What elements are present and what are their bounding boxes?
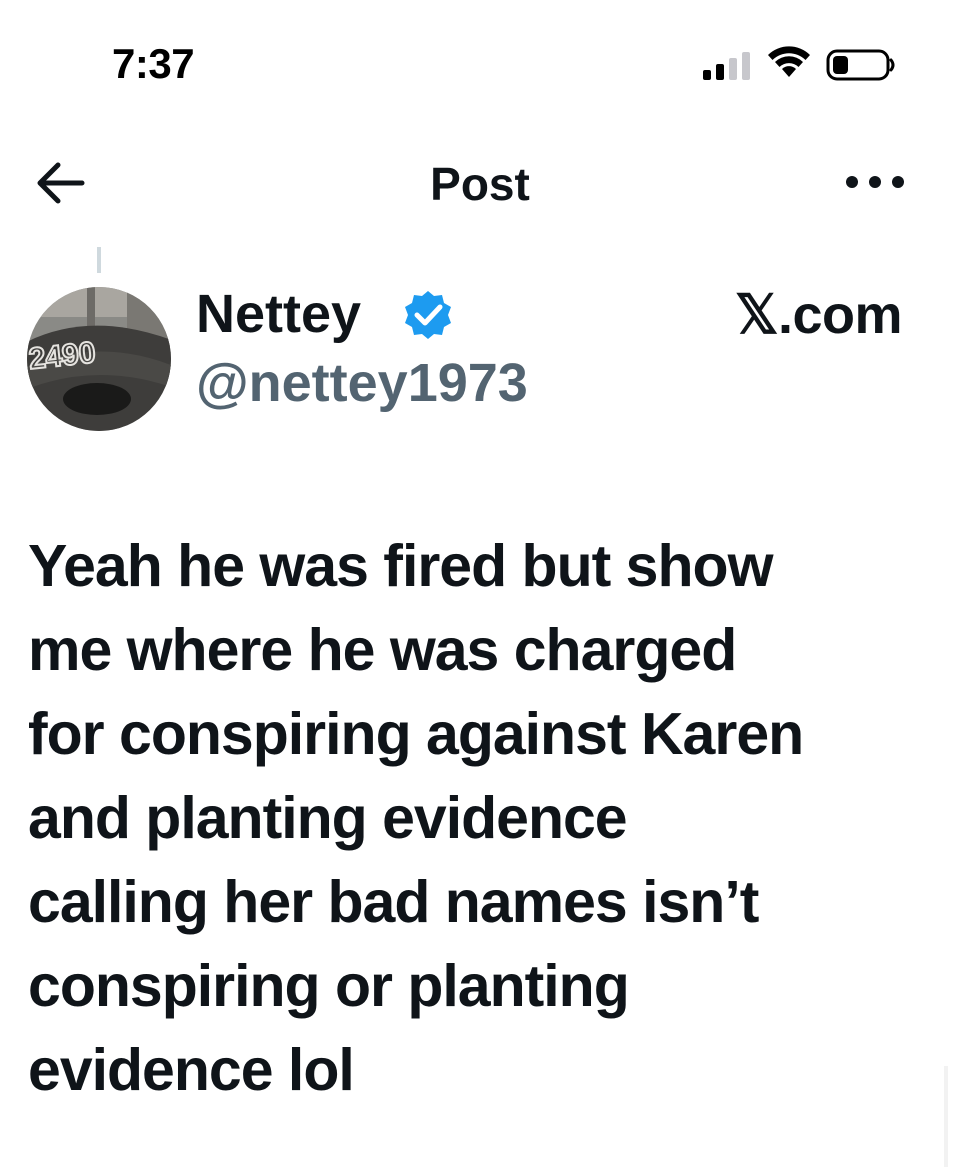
- post-text-line: evidence lol: [28, 1037, 355, 1103]
- author-name[interactable]: Nettey: [196, 283, 361, 345]
- cellular-signal-icon: [703, 52, 750, 80]
- scrollbar[interactable]: [944, 1066, 948, 1167]
- verified-badge-icon: [405, 291, 451, 339]
- author-handle[interactable]: @nettey1973: [196, 352, 528, 414]
- post-text-line: Yeah he was fired but show: [28, 533, 773, 599]
- avatar[interactable]: 2490: [27, 287, 171, 431]
- battery-icon: [826, 49, 895, 81]
- wifi-icon: [768, 46, 810, 77]
- post-text-line: and planting evidence: [28, 785, 628, 851]
- post-text-line: for conspiring against Karen: [28, 701, 804, 767]
- avatar-cap-text: 2490: [27, 336, 97, 376]
- page-title: Post: [430, 158, 530, 210]
- post-text-line: me where he was charged: [28, 617, 737, 683]
- more-horizontal-icon[interactable]: [840, 164, 910, 200]
- thread-connector-line: [97, 247, 101, 273]
- status-time: 7:37: [112, 40, 195, 87]
- post-text-line: calling her bad names isn’t: [28, 869, 759, 935]
- post-text-line: conspiring or planting: [28, 953, 630, 1019]
- brand-label: 𝕏.com: [734, 285, 903, 345]
- post-text: Yeah he was fired but show me where he w…: [28, 524, 938, 1112]
